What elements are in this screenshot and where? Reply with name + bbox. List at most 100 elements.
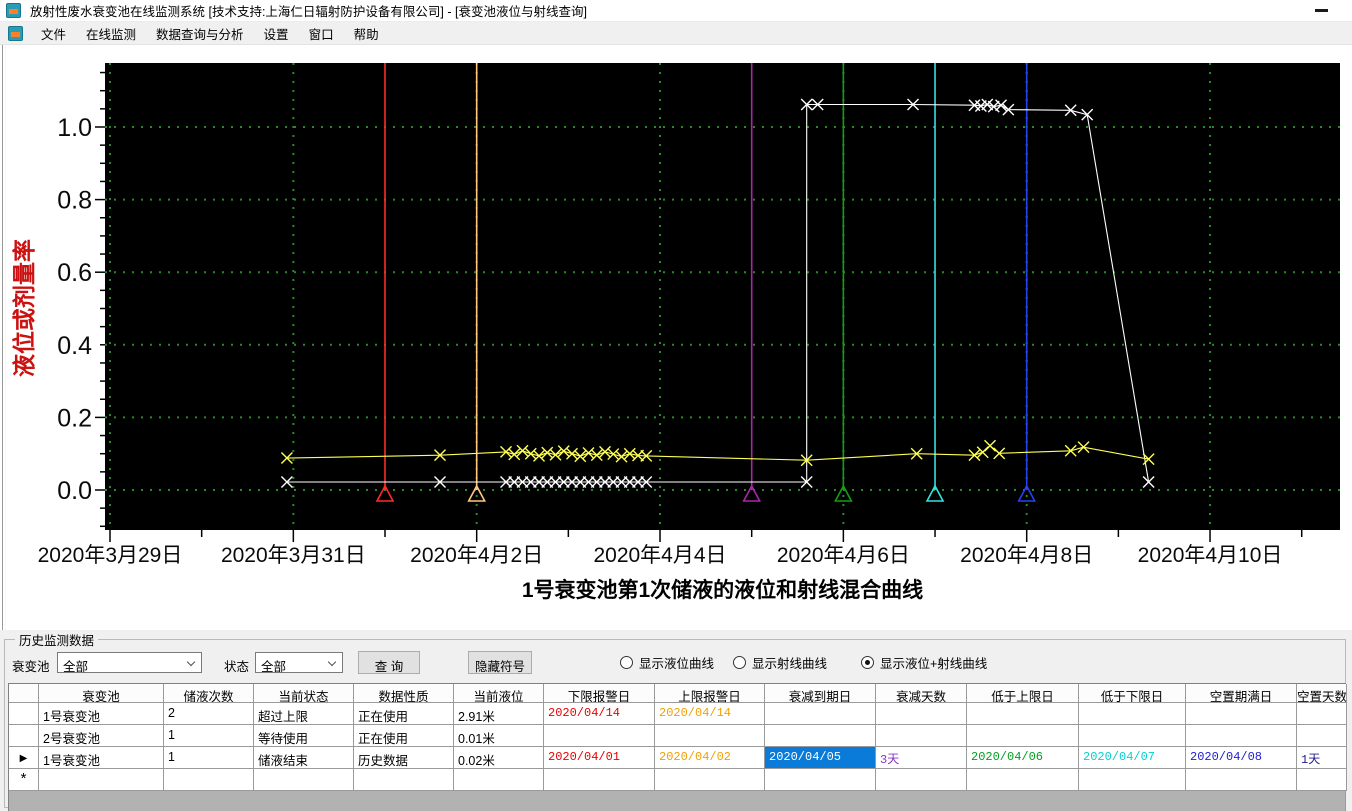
menu-item-1[interactable]: 在线监测: [76, 21, 146, 46]
table-cell[interactable]: [164, 769, 254, 791]
column-header-4[interactable]: 当前液位: [454, 684, 544, 703]
table-cell[interactable]: [876, 769, 967, 791]
row-selector[interactable]: [9, 725, 39, 747]
table-cell[interactable]: [544, 725, 655, 747]
status-filter-value: 全部: [261, 660, 287, 674]
radio-circle-icon: [861, 655, 874, 669]
table-cell[interactable]: [765, 725, 876, 747]
menu-item-4[interactable]: 窗口: [299, 21, 344, 46]
column-header-10[interactable]: 低于下限日: [1079, 684, 1186, 703]
chevron-down-icon: [327, 657, 337, 667]
table-cell[interactable]: 2: [164, 703, 254, 725]
table-cell[interactable]: [967, 769, 1079, 791]
column-header-6[interactable]: 上限报警日: [655, 684, 765, 703]
table-cell[interactable]: [1079, 703, 1186, 725]
table-cell[interactable]: 2020/04/01: [544, 747, 655, 769]
table-cell[interactable]: 等待使用: [254, 725, 354, 747]
column-header-1[interactable]: 储液次数: [164, 684, 254, 703]
table-row[interactable]: 1号衰变池 2 超过上限 正在使用 2.91米 2020/04/14 2020/04/14: [9, 703, 1347, 725]
table-cell[interactable]: 2号衰变池: [39, 725, 164, 747]
table-row[interactable]: *: [9, 769, 1347, 791]
table-cell[interactable]: 2020/04/05: [765, 747, 876, 769]
mdi-child-icon: [8, 25, 23, 41]
column-header-3[interactable]: 数据性质: [354, 684, 454, 703]
table-cell[interactable]: 2020/04/14: [655, 703, 765, 725]
curve-radio-2[interactable]: 显示液位+射线曲线: [861, 654, 987, 671]
query-button[interactable]: 查 询: [358, 651, 420, 674]
menu-item-0[interactable]: 文件: [31, 21, 76, 46]
table-cell[interactable]: [765, 703, 876, 725]
table-cell[interactable]: [655, 725, 765, 747]
table-cell[interactable]: 历史数据: [354, 747, 454, 769]
table-cell[interactable]: [1079, 769, 1186, 791]
pool-filter-combobox[interactable]: 全部: [57, 652, 202, 674]
table-cell[interactable]: 2020/04/14: [544, 703, 655, 725]
table-cell[interactable]: [1186, 769, 1297, 791]
curve-radio-0[interactable]: 显示液位曲线: [620, 654, 714, 671]
table-cell[interactable]: 储液结束: [254, 747, 354, 769]
table-cell[interactable]: [655, 769, 765, 791]
table-cell[interactable]: 2020/04/08: [1186, 747, 1297, 769]
table-cell[interactable]: [876, 703, 967, 725]
column-header-11[interactable]: 空置期满日: [1186, 684, 1297, 703]
row-selector[interactable]: ▶: [9, 747, 39, 769]
table-cell[interactable]: [544, 769, 655, 791]
y-tick-label: 0.8: [57, 187, 92, 215]
table-cell[interactable]: 超过上限: [254, 703, 354, 725]
row-selector[interactable]: *: [9, 769, 39, 791]
table-cell[interactable]: [967, 725, 1079, 747]
table-row[interactable]: 2号衰变池 1 等待使用 正在使用 0.01米: [9, 725, 1347, 747]
table-cell[interactable]: [39, 769, 164, 791]
column-header-0[interactable]: 衰变池: [39, 684, 164, 703]
app-logo-inner: [9, 9, 18, 14]
y-tick-label: 1.0: [57, 114, 92, 142]
column-header-9[interactable]: 低于上限日: [967, 684, 1079, 703]
table-cell[interactable]: [1186, 725, 1297, 747]
column-header-5[interactable]: 下限报警日: [544, 684, 655, 703]
hide-symbols-button[interactable]: 隐藏符号: [468, 651, 532, 674]
curve-radio-1[interactable]: 显示射线曲线: [733, 654, 828, 671]
row-selector[interactable]: [9, 703, 39, 725]
table-cell[interactable]: 1: [164, 725, 254, 747]
table-cell[interactable]: 2020/04/06: [967, 747, 1079, 769]
table-cell[interactable]: [1079, 725, 1186, 747]
chart-title: 1号衰变池第1次储液的液位和射线混合曲线: [522, 578, 923, 602]
table-cell[interactable]: 1号衰变池: [39, 747, 164, 769]
column-header-12[interactable]: 空置天数: [1297, 684, 1347, 703]
x-tick-label: 2020年4月4日: [593, 544, 726, 567]
status-filter-combobox[interactable]: 全部: [255, 652, 343, 674]
table-cell[interactable]: 正在使用: [354, 725, 454, 747]
menu-item-2[interactable]: 数据查询与分析: [146, 21, 254, 46]
menu-items: 文件 在线监测 数据查询与分析 设置 窗口 帮助: [31, 21, 389, 46]
table-cell[interactable]: 0.02米: [454, 747, 544, 769]
table-cell[interactable]: [765, 769, 876, 791]
menu-item-5[interactable]: 帮助: [344, 21, 389, 46]
table-cell[interactable]: 0.01米: [454, 725, 544, 747]
table-cell[interactable]: 1号衰变池: [39, 703, 164, 725]
table-cell[interactable]: [967, 703, 1079, 725]
table-cell[interactable]: [1297, 725, 1347, 747]
grid-empty-area: [9, 791, 1346, 811]
table-cell[interactable]: [1297, 769, 1347, 791]
table-cell[interactable]: 正在使用: [354, 703, 454, 725]
table-cell[interactable]: [876, 725, 967, 747]
groupbox-title: 历史监测数据: [19, 634, 95, 648]
table-row[interactable]: ▶ 1号衰变池 1 储液结束 历史数据 0.02米 2020/04/01 2020/04/02…: [9, 747, 1347, 769]
table-cell[interactable]: 2.91米: [454, 703, 544, 725]
table-cell[interactable]: 3天: [876, 747, 967, 769]
column-header-2[interactable]: 当前状态: [254, 684, 354, 703]
minimize-icon[interactable]: [1315, 9, 1328, 12]
table-cell[interactable]: 1: [164, 747, 254, 769]
radio-label: 显示射线曲线: [752, 656, 828, 671]
table-cell[interactable]: 2020/04/07: [1079, 747, 1186, 769]
column-header-8[interactable]: 衰减天数: [876, 684, 967, 703]
table-cell[interactable]: [1297, 703, 1347, 725]
table-cell[interactable]: [1186, 703, 1297, 725]
table-cell[interactable]: [454, 769, 544, 791]
table-cell[interactable]: [354, 769, 454, 791]
menu-item-3[interactable]: 设置: [254, 21, 299, 46]
table-cell[interactable]: 2020/04/02: [655, 747, 765, 769]
column-header-7[interactable]: 衰减到期日: [765, 684, 876, 703]
table-cell[interactable]: [254, 769, 354, 791]
table-cell[interactable]: 1天: [1297, 747, 1347, 769]
